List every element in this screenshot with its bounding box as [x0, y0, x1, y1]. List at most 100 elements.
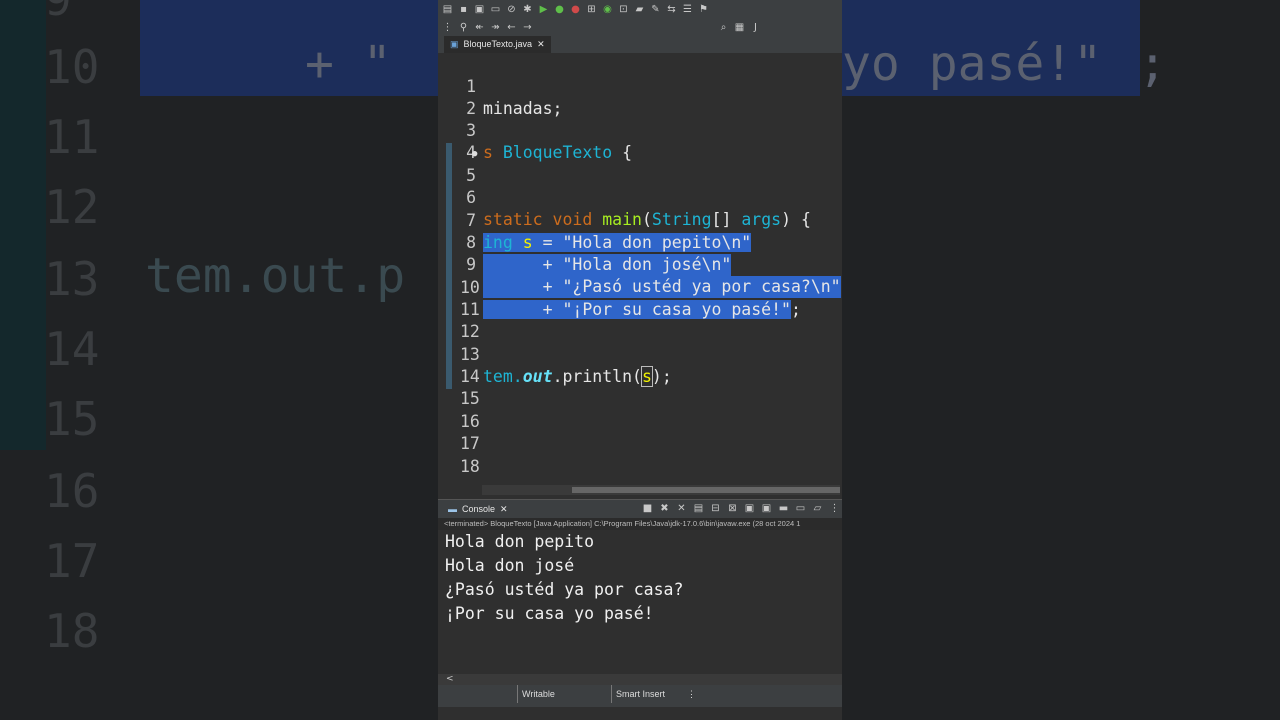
code-line: 14 [438, 344, 842, 386]
open-console-icon[interactable]: ▱ [812, 503, 823, 514]
code-line: 16 [438, 389, 842, 431]
override-marker-icon: ● [472, 149, 478, 159]
background-line-number: 16 [44, 464, 100, 518]
code-line: 6 [438, 165, 842, 207]
coverage-icon[interactable]: ● [554, 4, 565, 15]
stop-icon[interactable]: ■ [642, 503, 653, 514]
scrollbar-thumb[interactable] [572, 487, 840, 493]
writable-status: Writable [517, 685, 555, 703]
background-selection [140, 0, 438, 96]
code-line: 4 [438, 120, 842, 162]
secondary-toolbar: ⋮ ⚲ ↞ ↠ ← → ⌕ ▦ J [438, 18, 842, 36]
show-on-output-icon[interactable]: ▣ [744, 503, 755, 514]
background-line-number: 18 [44, 604, 100, 658]
skip-breakpoints-icon[interactable]: ⊘ [506, 4, 517, 15]
close-icon[interactable]: ✕ [500, 500, 508, 519]
terminal-icon[interactable]: ▭ [490, 4, 501, 15]
code-line: 13 tem.out.println(s); [438, 322, 842, 387]
toggle-icon[interactable]: ⇆ [666, 4, 677, 15]
perspective-icon[interactable]: ▦ [734, 22, 745, 33]
console-output-line: ¿Pasó ustéd ya por casa? [445, 580, 684, 599]
background-line-number: 9 [44, 0, 72, 26]
console-icon: ▬ [448, 504, 457, 514]
console-output[interactable]: Hola don pepito Hola don josé ¿Pasó usté… [438, 530, 842, 674]
main-toolbar: ▤ ▪ ▣ ▭ ⊘ ✱ ▶ ● ● ⊞ ◉ ⊡ ▰ ✎ ⇆ ☰ ⚑ [438, 0, 842, 18]
console-output-line: ¡Por su casa yo pasé! [445, 604, 654, 623]
background-line-number: 10 [44, 40, 100, 94]
background-code-line-13: tem.out.p [145, 248, 406, 304]
next-annotation-icon[interactable]: ↠ [490, 22, 501, 33]
pin-icon[interactable]: ⚲ [458, 22, 469, 33]
show-on-error-icon[interactable]: ▣ [761, 503, 772, 514]
background-right: yo pasé!" ; [842, 0, 1280, 720]
editor-horizontal-scrollbar[interactable] [482, 485, 840, 495]
background-left: 9 10 11 12 13 14 15 16 17 18 + " tem.out… [0, 0, 438, 720]
new-icon[interactable]: ▤ [442, 4, 453, 15]
java-perspective-icon[interactable]: J [750, 22, 761, 33]
tab-bloquetexto-java[interactable]: ▣ BloqueTexto.java ✕ [444, 36, 551, 53]
back-icon[interactable]: ← [506, 22, 517, 33]
background-code-line-10-suffix: yo pasé!" [842, 36, 1103, 92]
background-line-number: 12 [44, 180, 100, 234]
eclipse-window: ▤ ▪ ▣ ▭ ⊘ ✱ ▶ ● ● ⊞ ◉ ⊡ ▰ ✎ ⇆ ☰ ⚑ ⋮ ⚲ ↞ … [438, 0, 842, 720]
code-line: 1 minadas; [438, 54, 842, 118]
code-line-selected: 9 + "¿Pasó ustéd ya por casa?\n" [438, 232, 842, 298]
console-horizontal-scrollbar[interactable]: < [438, 674, 842, 685]
background-gutter [0, 0, 46, 450]
insert-mode-status: Smart Insert [611, 685, 665, 703]
code-line-selected: 7 ing s = "Hola don pepito\n" [438, 188, 842, 252]
code-line: 5 ● static void main(String[] args) { [438, 143, 842, 229]
open-type-icon[interactable]: ⊡ [618, 4, 629, 15]
new-class-icon[interactable]: ◉ [602, 4, 613, 15]
code-editor[interactable]: 1 minadas; 2 3 s BloqueTexto { 4 5 ● sta… [438, 53, 842, 485]
scroll-lock-icon[interactable]: ⊟ [710, 503, 721, 514]
external-tools-icon[interactable]: ● [570, 4, 581, 15]
new-package-icon[interactable]: ⊞ [586, 4, 597, 15]
debug-icon[interactable]: ✱ [522, 4, 533, 15]
console-tab-bar: ▬ Console ✕ ■ ✖ ✕ ▤ ⊟ ⊠ ▣ ▣ ▬ ▭ ▱ ⋮ [438, 499, 842, 519]
code-line: 12 [438, 299, 842, 341]
run-icon[interactable]: ▶ [538, 4, 549, 15]
background-line-number: 14 [44, 322, 100, 376]
console-process-info: <terminated> BloqueTexto [Java Applicati… [438, 518, 842, 530]
code-line: 17 [438, 411, 842, 453]
annotation-icon[interactable]: ⋮ [442, 22, 453, 33]
remove-launch-icon[interactable]: ✖ [659, 503, 670, 514]
background-line-number: 17 [44, 534, 100, 588]
folder-icon[interactable]: ▰ [634, 4, 645, 15]
console-tab-label: Console [462, 504, 496, 514]
search-icon[interactable]: ⌕ [718, 22, 729, 33]
line-number: 18 [460, 457, 480, 476]
save-all-icon[interactable]: ▣ [474, 4, 485, 15]
display-console-icon[interactable]: ▭ [795, 503, 806, 514]
status-menu-icon[interactable]: ⋮ [687, 685, 696, 703]
save-icon[interactable]: ▪ [458, 4, 469, 15]
pin-console-icon[interactable]: ▬ [778, 503, 789, 514]
remove-all-icon[interactable]: ✕ [676, 503, 687, 514]
close-icon[interactable]: ✕ [537, 36, 545, 53]
code-line: 15 [438, 366, 842, 408]
menu-icon[interactable]: ⋮ [829, 503, 840, 514]
console-output-line: Hola don pepito [445, 532, 595, 551]
tab-title: BloqueTexto.java [463, 39, 533, 49]
code-line: 18 [438, 434, 842, 476]
scroll-left-icon[interactable]: < [446, 674, 454, 684]
word-wrap-icon[interactable]: ⊠ [727, 503, 738, 514]
prev-annotation-icon[interactable]: ↞ [474, 22, 485, 33]
editor-tab-bar: ▣ BloqueTexto.java ✕ [438, 36, 842, 54]
tab-console[interactable]: ▬ Console ✕ [444, 500, 512, 519]
edit-icon[interactable]: ✎ [650, 4, 661, 15]
background-code-line-10: + " [305, 36, 392, 92]
bookmark-icon[interactable]: ⚑ [698, 4, 709, 15]
console-output-line: Hola don josé [445, 556, 575, 575]
tasks-icon[interactable]: ☰ [682, 4, 693, 15]
background-line-number: 11 [44, 110, 100, 164]
background-line-number: 13 [44, 252, 100, 306]
background-line-number: 15 [44, 392, 100, 446]
code-line-selected: 8 + "Hola don josé\n" [438, 210, 842, 276]
forward-icon[interactable]: → [522, 22, 533, 33]
clear-console-icon[interactable]: ▤ [693, 503, 704, 514]
console-toolbar: ■ ✖ ✕ ▤ ⊟ ⊠ ▣ ▣ ▬ ▭ ▱ ⋮ [642, 503, 840, 514]
code-line: 3 s BloqueTexto { [438, 98, 842, 162]
background-semicolon: ; [1138, 36, 1167, 92]
